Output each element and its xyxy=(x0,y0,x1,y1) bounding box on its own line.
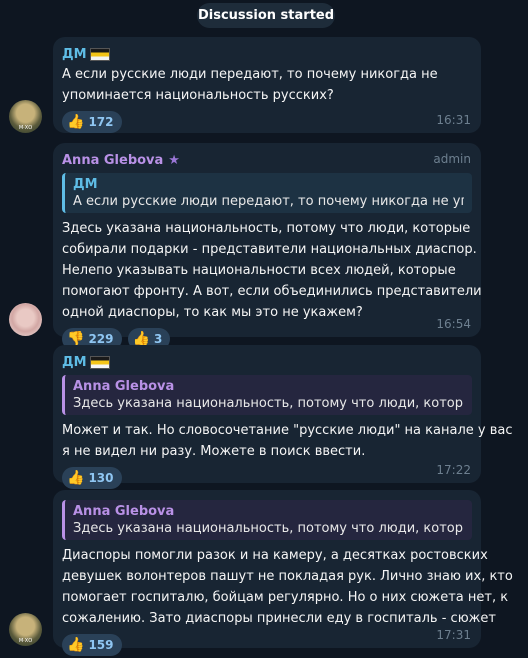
message-time: 16:31 xyxy=(436,113,471,127)
message-text-line: помогает госпиталю, бойцам регулярно. Но… xyxy=(62,590,509,605)
flag-icon xyxy=(89,47,110,61)
quote-text: А если русские люди передают, то почему … xyxy=(73,194,464,209)
pill-label: Discussion started xyxy=(197,8,335,23)
reaction-thumbs-up[interactable]: 👍 130 xyxy=(62,467,122,489)
reactions: 👍 159 xyxy=(62,634,472,656)
message-text-line: я не видел ни разу. Можете в поиск ввест… xyxy=(62,444,366,459)
message-text-line: Диаспоры помогли разок и на камеру, а де… xyxy=(62,548,488,563)
quote-sender: Anna Glebova xyxy=(73,504,175,519)
quote-sender: ДМ xyxy=(73,177,98,192)
message-text-line: упоминается национальность русских? xyxy=(62,88,334,103)
message-text-line: сожалению. Зато диаспоры принесли еду в … xyxy=(62,611,496,626)
flag-icon xyxy=(89,355,110,369)
message-time: 17:22 xyxy=(436,463,471,477)
thumbs-up-icon: 👍 xyxy=(67,114,85,130)
admin-badge: admin xyxy=(433,152,471,166)
message-text-line: Здесь указана национальность, потому что… xyxy=(62,221,471,236)
reaction-count: 3 xyxy=(153,332,163,346)
sender-name[interactable]: ДМ xyxy=(62,45,472,63)
message-text-line: Может и так. Но словосочетание "русские … xyxy=(62,423,513,438)
sender-name[interactable]: Anna Glebova ★ xyxy=(62,151,472,169)
message-text-line: девушек волонтеров пашут не покладая рук… xyxy=(62,569,513,584)
reaction-count: 159 xyxy=(88,638,114,652)
reaction-count: 130 xyxy=(88,471,114,485)
quote-text: Здесь указана национальность, потому что… xyxy=(73,521,464,536)
message-bubble[interactable]: Anna Glebova Здесь указана национальност… xyxy=(53,490,513,656)
sender-name[interactable]: ДМ xyxy=(62,353,472,371)
reactions: 👍 130 xyxy=(62,467,472,489)
message-bubble[interactable]: ДМ Anna Glebova Здесь указана национальн… xyxy=(53,345,513,489)
message-text-line: Нелепо указывать национальности всех люд… xyxy=(62,263,456,278)
star-icon: ★ xyxy=(168,152,180,168)
message-text-line: А если русские люди передают, то почему … xyxy=(62,67,438,82)
message-bubble[interactable]: ДМ А если русские люди передают, то поче… xyxy=(53,37,481,133)
thumbs-up-icon: 👍 xyxy=(67,470,85,486)
thumbs-up-icon: 👍 xyxy=(67,637,85,653)
quote-text: Здесь указана национальность, потому что… xyxy=(73,396,464,411)
reply-quote[interactable]: Anna Glebova Здесь указана национальност… xyxy=(62,500,472,540)
avatar[interactable]: М·ХО xyxy=(9,613,42,646)
reaction-thumbs-up[interactable]: 👍 159 xyxy=(62,634,122,656)
avatar[interactable] xyxy=(9,303,42,336)
reactions: 👍 172 xyxy=(62,111,472,133)
service-message-pill: Discussion started xyxy=(197,3,335,28)
message-time: 17:31 xyxy=(436,628,471,642)
reaction-count: 229 xyxy=(88,332,114,346)
quote-sender: Anna Glebova xyxy=(73,379,175,394)
avatar[interactable]: М·ХО xyxy=(9,100,42,133)
message-text-line: помогают фронту. А вот, если объединилис… xyxy=(62,284,482,299)
message-bubble[interactable]: Anna Glebova ★ admin ДМ А если русские л… xyxy=(53,143,482,350)
reply-quote[interactable]: Anna Glebova Здесь указана национальност… xyxy=(62,375,472,415)
message-text-line: одной диаспоры, то как мы это не укажем? xyxy=(62,305,363,320)
reaction-thumbs-up[interactable]: 👍 172 xyxy=(62,111,122,133)
reaction-count: 172 xyxy=(88,115,114,129)
message-text-line: собирали подарки - представители национа… xyxy=(62,242,477,257)
message-time: 16:54 xyxy=(436,317,471,331)
reply-quote[interactable]: ДМ А если русские люди передают, то поче… xyxy=(62,173,472,213)
